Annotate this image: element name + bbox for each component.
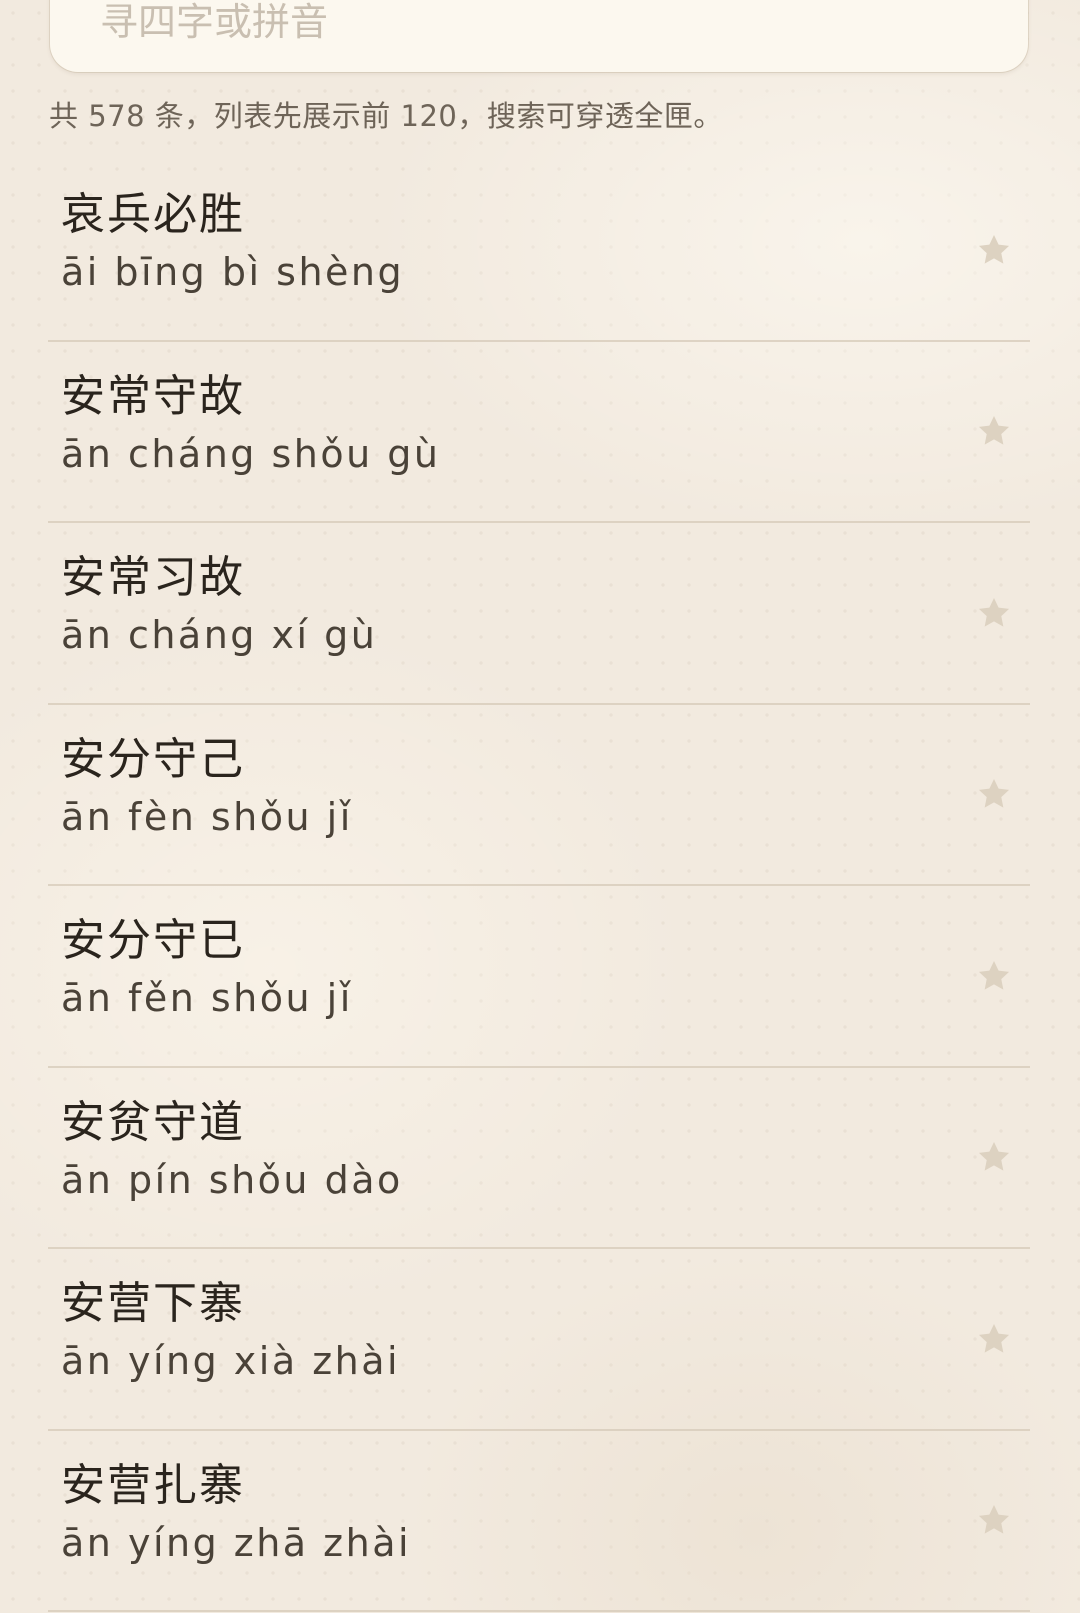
star-icon[interactable] — [974, 1319, 1014, 1359]
star-icon[interactable] — [974, 956, 1014, 996]
idiom-pinyin: ān yíng xià zhài — [61, 1339, 401, 1383]
idiom-pinyin: ān fěn shǒu jǐ — [61, 976, 353, 1020]
idiom-word: 安营扎寨 — [61, 1459, 245, 1511]
star-icon[interactable] — [974, 1137, 1014, 1177]
star-icon[interactable] — [974, 593, 1014, 633]
star-icon[interactable] — [974, 1500, 1014, 1540]
list-item[interactable]: 哀兵必胜 āi bīng bì shèng — [48, 160, 1030, 342]
idiom-word: 安分守已 — [61, 915, 245, 966]
list-item[interactable]: 安营下寨 ān yíng xià zhài — [48, 1249, 1030, 1431]
list-item[interactable]: 安常守故 ān cháng shǒu gù — [48, 342, 1030, 523]
idiom-word: 安常守故 — [61, 370, 245, 422]
search-placeholder: 寻四字或拼音 — [100, 0, 329, 44]
idiom-pinyin: āi bīng bì shèng — [61, 250, 405, 294]
idiom-pinyin: ān fèn shǒu jǐ — [61, 794, 353, 839]
idiom-pinyin: ān cháng shǒu gù — [61, 431, 441, 476]
idiom-pinyin: ān cháng xí gù — [61, 613, 378, 657]
list-item[interactable]: 安贫守道 ān pín shǒu dào — [48, 1068, 1030, 1249]
idiom-word: 安营下寨 — [61, 1278, 245, 1329]
idiom-word: 哀兵必胜 — [61, 189, 245, 240]
result-count-note: 共 578 条，列表先展示前 120，搜索可穿透全匣。 — [49, 99, 723, 133]
star-icon[interactable] — [974, 230, 1014, 270]
star-icon[interactable] — [974, 774, 1014, 814]
idiom-word: 安贫守道 — [61, 1096, 245, 1148]
list-item[interactable]: 安常习故 ān cháng xí gù — [48, 523, 1030, 705]
search-input[interactable]: 寻四字或拼音 — [50, 0, 1028, 72]
list-item[interactable]: 安分守己 ān fèn shǒu jǐ — [48, 705, 1030, 886]
list-item[interactable]: 安营扎寨 ān yíng zhā zhài — [48, 1431, 1030, 1612]
list-item[interactable]: 安分守已 ān fěn shǒu jǐ — [48, 886, 1030, 1068]
idiom-pinyin: ān yíng zhā zhài — [61, 1520, 412, 1565]
star-icon[interactable] — [974, 411, 1014, 451]
idiom-list: 哀兵必胜 āi bīng bì shèng 安常守故 ān cháng shǒu… — [48, 160, 1030, 1612]
idiom-pinyin: ān pín shǒu dào — [61, 1157, 403, 1202]
idiom-word: 安分守己 — [61, 733, 245, 785]
idiom-word: 安常习故 — [61, 552, 245, 603]
